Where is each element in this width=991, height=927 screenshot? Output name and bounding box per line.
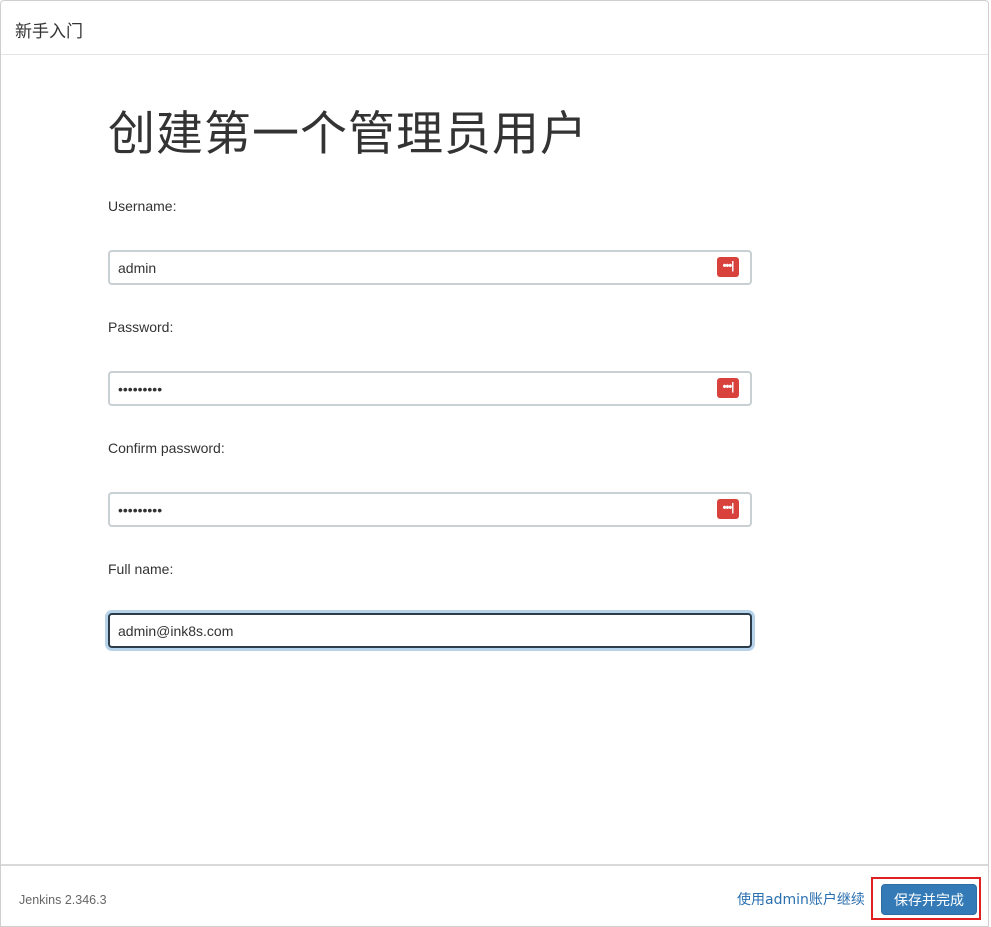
password-manager-icon[interactable]: •••| <box>717 499 739 519</box>
confirm-password-input-wrap: •••| <box>108 492 752 527</box>
password-group: Password: •••| <box>108 318 752 420</box>
username-group: Username: •••| <box>108 197 752 299</box>
wizard-title: 新手入门 <box>15 22 83 42</box>
page-title: 创建第一个管理员用户 <box>108 107 588 162</box>
username-label: Username: <box>108 198 177 214</box>
full-name-label: Full name: <box>108 561 174 577</box>
password-label: Password: <box>108 319 174 335</box>
password-manager-icon[interactable]: •••| <box>717 378 739 398</box>
create-admin-form: 创建第一个管理员用户 Username: •••| Password: •••|… <box>108 105 752 662</box>
full-name-group: Full name: <box>108 560 752 662</box>
save-and-finish-button[interactable]: 保存并完成 <box>881 884 977 915</box>
password-manager-icon[interactable]: •••| <box>717 257 739 277</box>
password-manager-glyph: •••| <box>722 502 735 514</box>
username-input-wrap: •••| <box>108 250 752 285</box>
password-input[interactable] <box>108 371 752 406</box>
setup-wizard-window: 新手入门 创建第一个管理员用户 Username: •••| Password:… <box>0 0 989 927</box>
continue-as-admin-link[interactable]: 使用admin账户继续 <box>737 889 865 909</box>
password-manager-glyph: •••| <box>722 260 735 272</box>
confirm-password-input[interactable] <box>108 492 752 527</box>
password-input-wrap: •••| <box>108 371 752 406</box>
highlight-box: 保存并完成 <box>871 877 981 920</box>
password-manager-glyph: •••| <box>722 381 735 393</box>
wizard-footer: Jenkins 2.346.3 使用admin账户继续 保存并完成 <box>1 864 988 927</box>
full-name-input-wrap <box>108 613 752 648</box>
username-input[interactable] <box>108 250 752 285</box>
confirm-password-group: Confirm password: •••| <box>108 439 752 541</box>
wizard-header: 新手入门 <box>1 1 988 55</box>
full-name-input[interactable] <box>108 613 752 648</box>
confirm-password-label: Confirm password: <box>108 440 225 456</box>
version-label: Jenkins 2.346.3 <box>19 893 107 907</box>
